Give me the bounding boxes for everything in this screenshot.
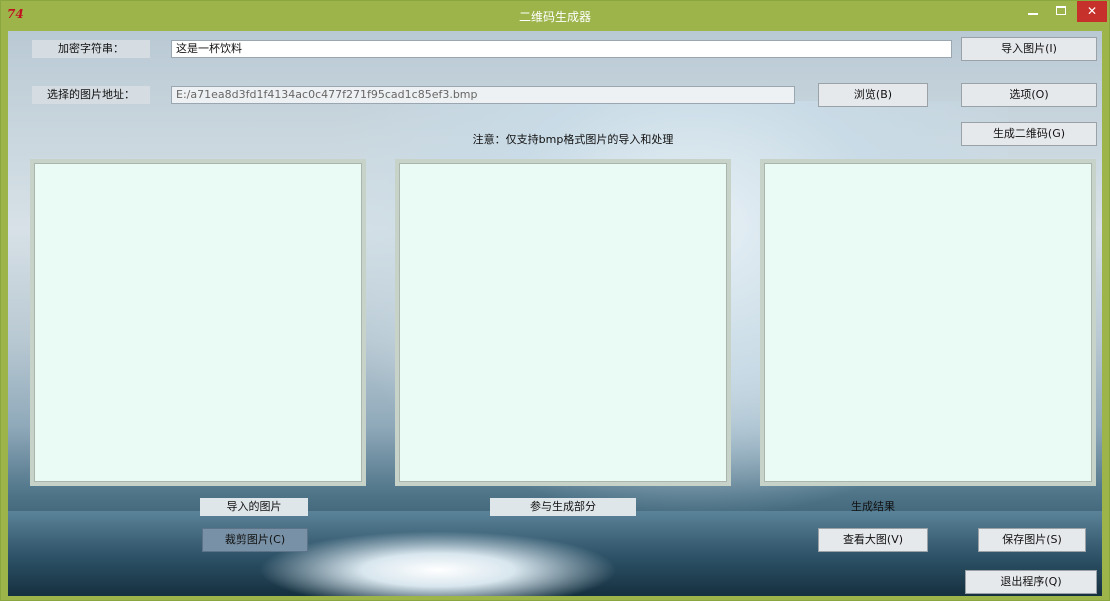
participate-caption: 参与生成部分: [490, 498, 636, 516]
app-window: 74 二维码生成器 ✕ 加密字符串： 这是一杯饮料 导入图片(I) 选择的图片地…: [0, 0, 1110, 601]
participate-panel: [395, 159, 731, 486]
maximize-icon: [1056, 6, 1066, 15]
crop-image-button[interactable]: 裁剪图片(C): [202, 528, 308, 552]
imported-image-panel: [30, 159, 366, 486]
maximize-button[interactable]: [1048, 1, 1075, 22]
title-bar[interactable]: 74 二维码生成器 ✕: [1, 1, 1109, 31]
imported-caption: 导入的图片: [200, 498, 308, 516]
import-image-button[interactable]: 导入图片(I): [961, 37, 1097, 61]
background-wave: [258, 531, 618, 596]
result-caption: 生成结果: [851, 500, 895, 513]
minimize-icon: [1028, 13, 1038, 15]
string-input[interactable]: 这是一杯饮料: [171, 40, 952, 58]
window-title: 二维码生成器: [518, 10, 591, 24]
close-button[interactable]: ✕: [1077, 1, 1107, 22]
browse-button[interactable]: 浏览(B): [818, 83, 928, 107]
format-note: 注意：仅支持bmp格式图片的导入和处理: [472, 133, 674, 146]
result-panel: [760, 159, 1096, 486]
minimize-button[interactable]: [1020, 1, 1047, 22]
path-input[interactable]: E:/a71ea8d3fd1f4134ac0c477f271f95cad1c85…: [171, 86, 795, 104]
exit-button[interactable]: 退出程序(Q): [965, 570, 1097, 594]
view-large-button[interactable]: 查看大图(V): [818, 528, 928, 552]
client-area: 加密字符串： 这是一杯饮料 导入图片(I) 选择的图片地址： E:/a71ea8…: [8, 31, 1102, 596]
save-image-button[interactable]: 保存图片(S): [978, 528, 1086, 552]
close-icon: ✕: [1086, 4, 1098, 18]
string-label: 加密字符串：: [32, 40, 150, 58]
path-label: 选择的图片地址：: [32, 86, 150, 104]
options-button[interactable]: 选项(O): [961, 83, 1097, 107]
generate-qr-button[interactable]: 生成二维码(G): [961, 122, 1097, 146]
